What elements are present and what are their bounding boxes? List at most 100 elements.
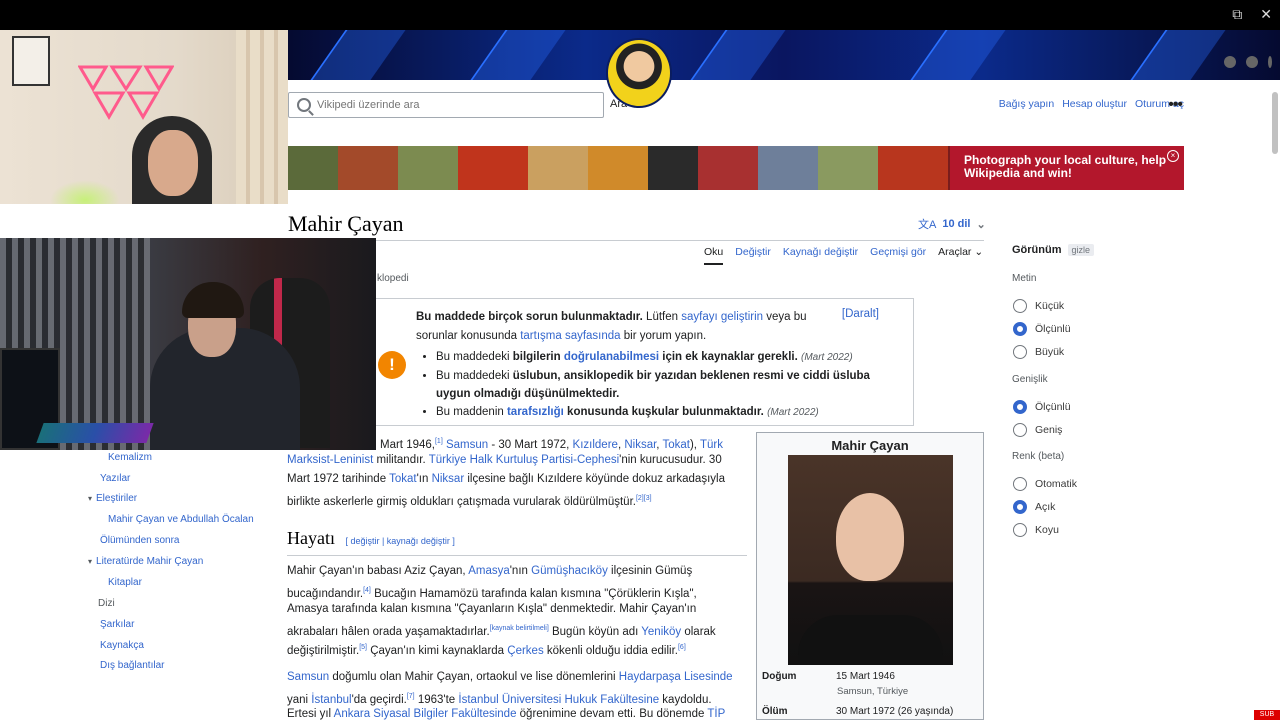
- stream-topbar: [0, 0, 1280, 30]
- section-edit-link[interactable]: [ değiştir | kaynağı değiştir ]: [345, 536, 454, 546]
- banner-photo: [878, 146, 948, 190]
- notice-item: Bu maddenin tarafsızlığı konusunda kuşku…: [436, 403, 896, 422]
- wiki-link[interactable]: Amasya: [468, 565, 510, 577]
- wiki-link[interactable]: Niksar: [624, 439, 656, 451]
- body-line: değiştirilmiştir.[5] Çayan'ın kimi kayna…: [287, 644, 686, 657]
- text-size-small[interactable]: Küçük: [1013, 299, 1064, 313]
- wiki-link[interactable]: Samsun: [446, 439, 488, 451]
- verification-link[interactable]: doğrulanabilmesi: [564, 351, 659, 363]
- infobox-image[interactable]: [788, 455, 953, 665]
- banner-photo: [528, 146, 588, 190]
- streamer-face: [148, 130, 198, 196]
- scrollbar[interactable]: [1272, 92, 1278, 154]
- tab-edit-source[interactable]: Kaynağı değiştir: [783, 246, 858, 265]
- color-light[interactable]: Açık: [1013, 500, 1055, 514]
- wiki-link[interactable]: Çerkes: [507, 645, 543, 657]
- toc-item[interactable]: Mahir Çayan ve Abdullah Öcalan: [108, 514, 254, 525]
- text-size-standard[interactable]: Ölçünlü: [1013, 322, 1071, 336]
- wiki-link[interactable]: Kızıldere: [573, 439, 618, 451]
- wiki-link[interactable]: Haydarpaşa Lisesinde: [619, 671, 733, 683]
- search-input[interactable]: [317, 99, 597, 111]
- toc-item[interactable]: Şarkılar: [100, 619, 134, 630]
- neutrality-link[interactable]: tarafsızlığı: [507, 406, 564, 418]
- light-glow: [50, 180, 120, 204]
- more-options-icon[interactable]: •••: [1168, 96, 1183, 114]
- language-button[interactable]: 文A 10 dil ⌄: [918, 216, 986, 232]
- chevron-down-icon: ▾: [88, 557, 93, 566]
- browser-toolbar-icons: [1224, 56, 1272, 68]
- hide-button[interactable]: gizle: [1067, 244, 1095, 256]
- tab-read[interactable]: Oku: [704, 246, 724, 265]
- toc-item[interactable]: ▾ Literatürde Mahir Çayan: [88, 556, 203, 567]
- search-box[interactable]: [288, 92, 604, 118]
- notice-item: Bu maddedeki bilgilerin doğrulanabilmesi…: [436, 348, 896, 367]
- wall-frame: [12, 36, 50, 86]
- webcam-1: [0, 30, 288, 204]
- lead-line: Mart 1972 tarihinde Tokat'ın Niksar ilçe…: [287, 473, 725, 485]
- close-icon[interactable]: ×: [1167, 150, 1179, 162]
- color-auto[interactable]: Otomatik: [1013, 477, 1077, 491]
- profile-icon[interactable]: [1246, 56, 1258, 68]
- wiki-link[interactable]: Ankara Siyasal Bilgiler Fakültesinde: [334, 708, 517, 720]
- page-title: Mahir Çayan: [288, 211, 404, 236]
- close-icon[interactable]: ✕: [1260, 6, 1272, 23]
- width-label: Genişlik: [1012, 374, 1048, 385]
- width-wide[interactable]: Geniş: [1013, 423, 1062, 437]
- wiki-link[interactable]: Niksar: [432, 473, 465, 485]
- tab-edit[interactable]: Değiştir: [735, 246, 771, 265]
- create-account-link[interactable]: Hesap oluştur: [1062, 98, 1127, 110]
- tab-tools[interactable]: Araçlar ⌄: [938, 246, 983, 265]
- screen: Ara Bağış yapın Hesap oluştur Oturum aç …: [0, 0, 1280, 720]
- color-label: Renk (beta): [1012, 451, 1065, 462]
- collapse-toggle[interactable]: [Daralt]: [842, 308, 879, 320]
- width-standard[interactable]: Ölçünlü: [1013, 400, 1071, 414]
- wiki-link[interactable]: Türkiye Halk Kurtuluş Partisi-Cephesi: [429, 454, 619, 466]
- wiki-link[interactable]: TİP: [707, 708, 725, 720]
- banner-photo: [458, 146, 528, 190]
- neon-logo: [78, 65, 174, 120]
- toc-item[interactable]: Ölümünden sonra: [100, 535, 180, 546]
- toc-item[interactable]: Dizi: [98, 598, 115, 609]
- banner-photo: [588, 146, 648, 190]
- wiki-link[interactable]: Türk: [700, 439, 723, 451]
- toc-item[interactable]: Dış bağlantılar: [100, 660, 164, 671]
- toc-item[interactable]: ▾ Eleştiriler: [88, 493, 137, 504]
- wiki-link[interactable]: Tokat: [662, 439, 690, 451]
- title-divider: [288, 240, 984, 241]
- toc-item[interactable]: Kitaplar: [108, 577, 142, 588]
- improve-page-link[interactable]: sayfayı geliştirin: [681, 311, 763, 323]
- extension-icon[interactable]: [1224, 56, 1236, 68]
- subscribe-badge[interactable]: SUB: [1254, 710, 1280, 720]
- toc-item[interactable]: Yazılar: [100, 473, 130, 484]
- wiki-link[interactable]: Tokat: [389, 473, 417, 485]
- wiki-link[interactable]: Marksist-Leninist: [287, 454, 373, 466]
- donate-link[interactable]: Bağış yapın: [999, 98, 1054, 110]
- wiki-link[interactable]: Yeniköy: [641, 626, 681, 638]
- restore-icon[interactable]: ⧉: [1232, 6, 1242, 23]
- headphones: [182, 282, 244, 318]
- kebab-menu-icon[interactable]: [1268, 56, 1272, 68]
- toc-item[interactable]: Kemalizm: [108, 452, 152, 463]
- color-dark[interactable]: Koyu: [1013, 523, 1059, 537]
- overlay-gap: [0, 204, 288, 238]
- banner-text[interactable]: Photograph your local culture, help Wiki…: [950, 146, 1184, 190]
- banner-photo: [288, 146, 338, 190]
- search-icon: [297, 98, 311, 112]
- wiki-link[interactable]: Samsun: [287, 671, 329, 683]
- chevron-down-icon: ▾: [88, 494, 93, 503]
- banner-photo: [698, 146, 758, 190]
- talk-page-link[interactable]: tartışma sayfasında: [520, 330, 620, 342]
- wiki-link[interactable]: Gümüşhacıköy: [531, 565, 608, 577]
- birth-place[interactable]: Samsun, Türkiye: [837, 686, 908, 697]
- body-line: Samsun doğumlu olan Mahir Çayan, ortaoku…: [287, 671, 733, 683]
- campaign-banner[interactable]: Photograph your local culture, help Wiki…: [288, 146, 1184, 190]
- text-size-large[interactable]: Büyük: [1013, 345, 1064, 359]
- section-heading: Hayatı [ değiştir | kaynağı değiştir ]: [287, 528, 747, 556]
- wiki-header: Ara Bağış yapın Hesap oluştur Oturum aç …: [288, 80, 1280, 144]
- lead-line: Marksist-Leninist militandır. Türkiye Ha…: [287, 454, 722, 466]
- tagline: klopedi: [377, 273, 409, 284]
- curtain: [236, 30, 288, 204]
- language-count: 10 dil: [942, 218, 971, 230]
- toc-item[interactable]: Kaynakça: [100, 640, 144, 651]
- tab-history[interactable]: Geçmişi gör: [870, 246, 926, 265]
